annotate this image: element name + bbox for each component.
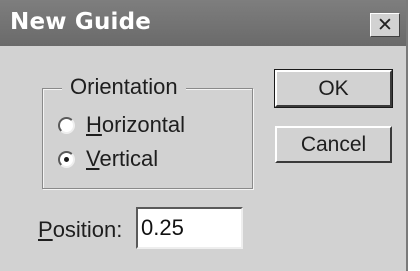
radio-horizontal-label: Horizontal	[86, 112, 185, 138]
position-label-rest: osition:	[52, 217, 123, 242]
radio-vertical-label: Vertical	[86, 146, 158, 172]
radio-horizontal-label-rest: orizontal	[101, 112, 186, 137]
radio-horizontal-indicator[interactable]	[58, 116, 75, 134]
title-bar[interactable]: New Guide ✕	[0, 0, 406, 46]
access-key-horizontal: H	[86, 112, 102, 137]
orientation-legend: Orientation	[62, 74, 186, 100]
orientation-group	[42, 88, 253, 189]
position-label: Position:	[38, 217, 122, 243]
radio-vertical[interactable]: Vertical	[58, 146, 158, 172]
dialog-title: New Guide	[10, 9, 152, 35]
access-key-vertical: V	[86, 146, 100, 171]
close-button[interactable]: ✕	[370, 13, 400, 37]
cancel-button[interactable]: Cancel	[275, 126, 392, 163]
ok-button[interactable]: OK	[274, 69, 393, 108]
radio-vertical-label-rest: ertical	[99, 146, 159, 171]
radio-horizontal[interactable]: Horizontal	[58, 112, 185, 138]
position-input[interactable]	[136, 207, 243, 249]
radio-vertical-indicator[interactable]	[58, 150, 75, 168]
close-icon: ✕	[377, 13, 393, 36]
access-key-position: P	[38, 217, 53, 242]
new-guide-dialog: New Guide ✕ Orientation Horizontal Verti…	[0, 0, 408, 271]
